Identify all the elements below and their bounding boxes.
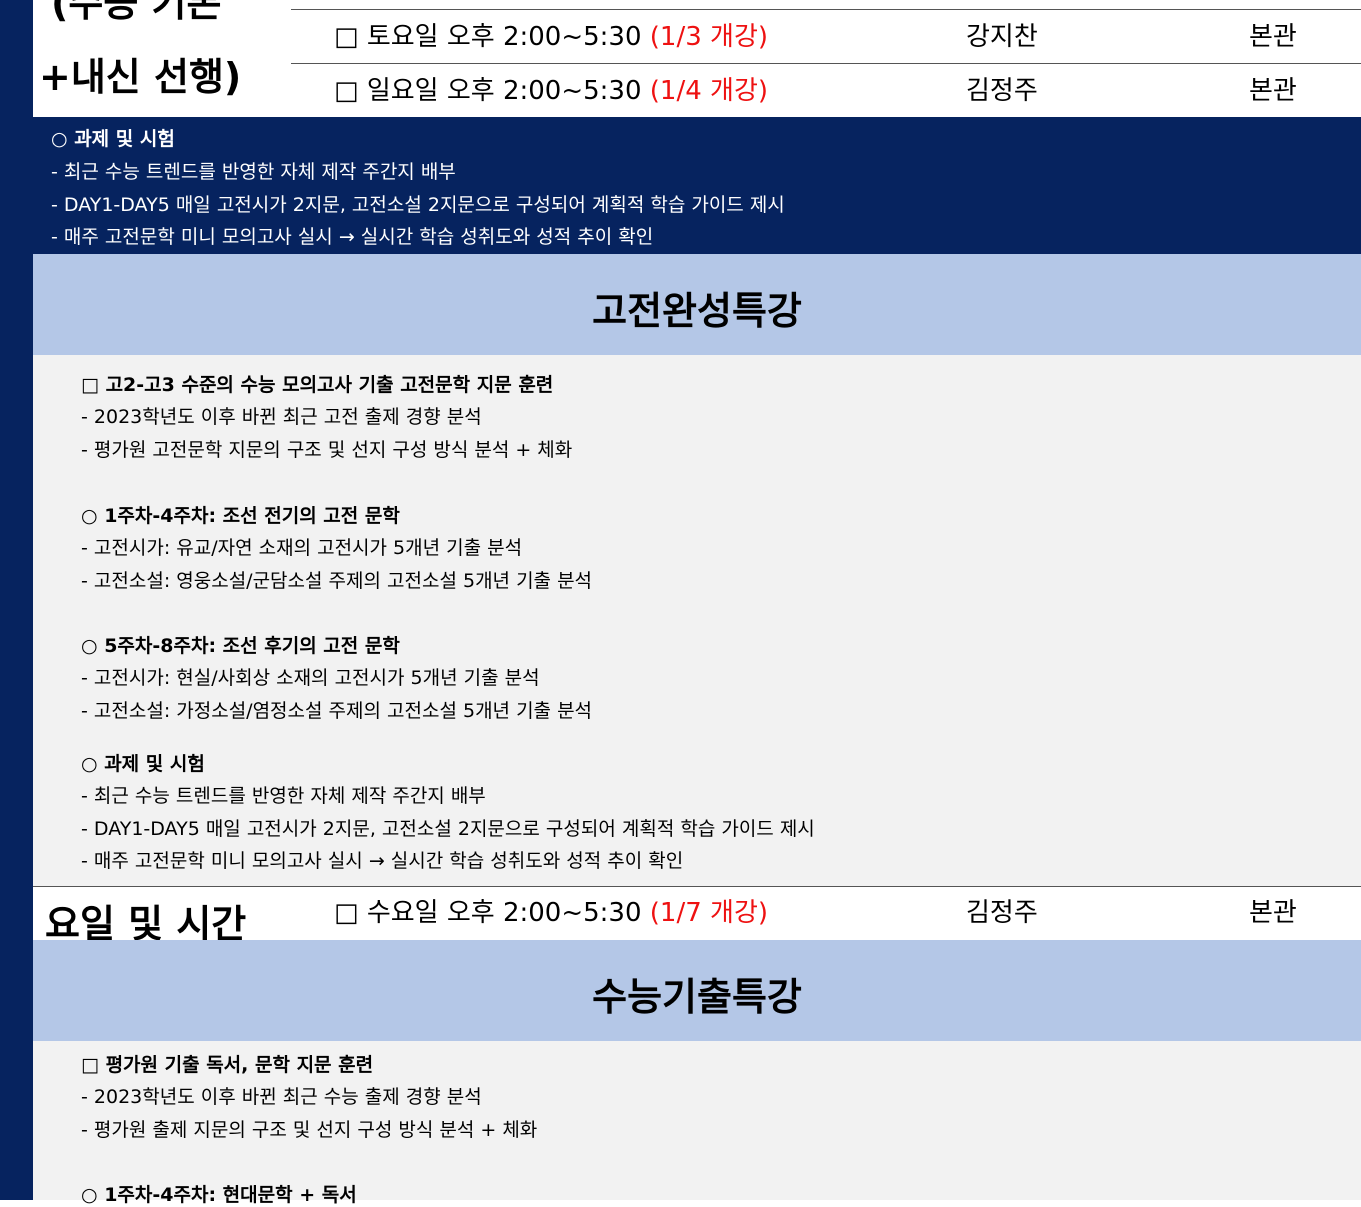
info-line: - 최근 수능 트렌드를 반영한 자체 제작 주간지 배부 (51, 161, 456, 183)
info-line: - DAY1-DAY5 매일 고전시가 2지문, 고전소설 2지문으로 구성되어… (51, 194, 785, 216)
schedule-location: 본관 (1249, 22, 1297, 52)
content-line: ○ 과제 및 시험 (81, 753, 205, 775)
schedule-open-date: (1/3 개강) (649, 22, 769, 52)
section-header-band: 수능기출특강 (33, 940, 1361, 1041)
section-title: 고전완성특강 (592, 289, 802, 333)
content-line: □ 평가원 기출 독서, 문학 지문 훈련 (81, 1054, 374, 1076)
schedule-day-time: □ 수요일 오후 2:00~5:30 (334, 898, 650, 928)
assignment-info-box: ○ 과제 및 시험 - 최근 수능 트렌드를 반영한 자체 제작 주간지 배부 … (33, 117, 1361, 254)
schedule-row-day: □ 수요일 오후 2:00~5:30 (1/7 개강) (334, 900, 768, 926)
content-line: - 매주 고전문학 미니 모의고사 실시 → 실시간 학습 성취도와 성적 추이… (81, 850, 684, 872)
schedule-open-date: (1/4 개강) (649, 76, 769, 106)
schedule-row-day: □ 일요일 오후 2:00~5:30 (1/4 개강) (334, 78, 768, 104)
content-line: - 고전시가: 유교/자연 소재의 고전시가 5개년 기출 분석 (81, 537, 523, 559)
row-divider (291, 9, 1361, 10)
schedule-location: 본관 (1249, 898, 1297, 928)
info-line: - 매주 고전문학 미니 모의고사 실시 → 실시간 학습 성취도와 성적 추이… (51, 226, 654, 248)
section-title: 수능기출특강 (592, 975, 802, 1019)
left-accent-bar (0, 0, 33, 1200)
row-divider (291, 63, 1361, 64)
content-line: - DAY1-DAY5 매일 고전시가 2지문, 고전소설 2지문으로 구성되어… (81, 818, 815, 840)
schedule-location: 본관 (1249, 76, 1297, 106)
section-content: □ 평가원 기출 독서, 문학 지문 훈련 - 2023학년도 이후 바뀐 최근… (33, 1041, 1361, 1206)
content-line: - 고전소설: 영웅소설/군담소설 주제의 고전소설 5개년 기출 분석 (81, 570, 593, 592)
content-line: - 고전소설: 가정소설/염정소설 주제의 고전소설 5개년 기출 분석 (81, 700, 593, 722)
course-name-line1: (수능 기본 (51, 0, 222, 25)
content-line: - 평가원 출제 지문의 구조 및 선지 구성 방식 분석 + 체화 (81, 1119, 538, 1141)
section-content: □ 고2-고3 수준의 수능 모의고사 기출 고전문학 지문 훈련 - 2023… (33, 355, 1361, 886)
content-line: - 2023학년도 이후 바뀐 최근 수능 출제 경향 분석 (81, 1086, 482, 1108)
schedule-teacher: 강지찬 (966, 22, 1038, 52)
content-line: - 평가원 고전문학 지문의 구조 및 선지 구성 방식 분석 + 체화 (81, 439, 573, 461)
content-line: - 고전시가: 현실/사회상 소재의 고전시가 5개년 기출 분석 (81, 667, 540, 689)
content-line: - 최근 수능 트렌드를 반영한 자체 제작 주간지 배부 (81, 785, 486, 807)
schedule-open-date: (1/7 개강) (649, 898, 769, 928)
schedule-day-time: □ 토요일 오후 2:00~5:30 (334, 22, 650, 52)
content-line: □ 고2-고3 수준의 수능 모의고사 기출 고전문학 지문 훈련 (81, 374, 554, 396)
schedule-day-time: □ 일요일 오후 2:00~5:30 (334, 76, 650, 106)
info-heading: ○ 과제 및 시험 (51, 128, 175, 150)
course-name-line2: +내신 선행) (39, 55, 242, 99)
content-line: - 2023학년도 이후 바뀐 최근 고전 출제 경향 분석 (81, 406, 482, 428)
schedule-teacher: 김정주 (966, 898, 1038, 928)
schedule-row-day: □ 토요일 오후 2:00~5:30 (1/3 개강) (334, 24, 768, 50)
content-line: ○ 1주차-4주차: 현대문학 + 독서 (81, 1184, 357, 1206)
section-header-band: 고전완성특강 (33, 254, 1361, 355)
content-line: ○ 5주차-8주차: 조선 후기의 고전 문학 (81, 635, 400, 657)
schedule-teacher: 김정주 (966, 76, 1038, 106)
course-name-cell: (수능 기본 +내신 선행) (33, 0, 291, 117)
content-line: ○ 1주차-4주차: 조선 전기의 고전 문학 (81, 505, 400, 527)
